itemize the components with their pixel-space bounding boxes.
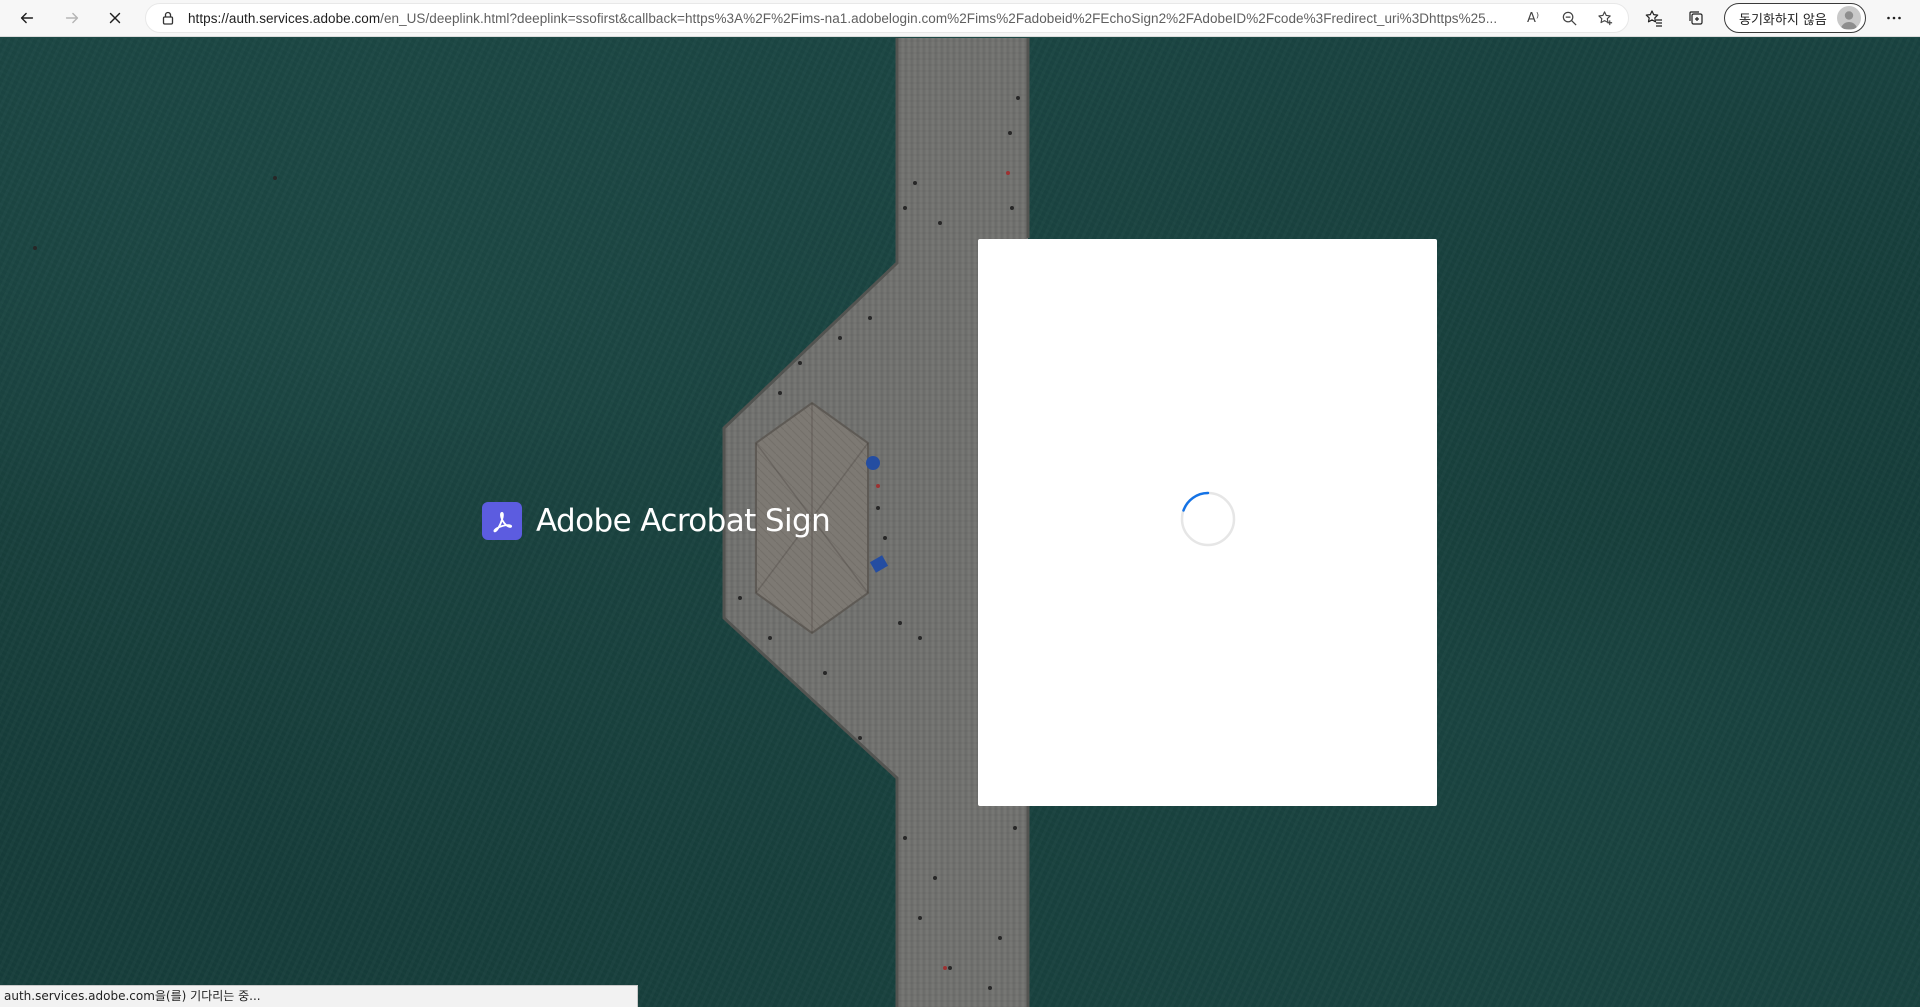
forward-button[interactable] (54, 3, 90, 33)
page-content: Adobe Acrobat Sign (0, 38, 1920, 1007)
url-text[interactable]: https://auth.services.adobe.com/en_US/de… (188, 11, 1510, 26)
zoom-button[interactable] (1554, 5, 1584, 31)
collections-button[interactable] (1678, 3, 1714, 33)
sign-in-card (978, 239, 1437, 806)
lock-icon (162, 11, 174, 25)
brand-lockup: Adobe Acrobat Sign (482, 502, 831, 540)
favorites-icon (1645, 10, 1662, 27)
collections-icon (1689, 11, 1703, 25)
read-aloud-icon: A⁾ (1526, 10, 1540, 26)
address-bar[interactable]: https://auth.services.adobe.com/en_US/de… (145, 3, 1629, 33)
loading-spinner-icon (1180, 491, 1236, 547)
add-favorite-button[interactable] (1590, 5, 1620, 31)
favorites-button[interactable] (1636, 3, 1672, 33)
forward-arrow-icon (65, 12, 79, 24)
address-bar-actions: A⁾ (1518, 5, 1620, 31)
brand-name: Adobe Acrobat Sign (536, 503, 831, 539)
zoom-out-icon (1562, 11, 1577, 26)
stop-loading-button[interactable] (97, 3, 133, 33)
profile-icon (1840, 11, 1858, 29)
add-favorite-icon (1597, 10, 1612, 25)
acrobat-logo-icon (482, 502, 522, 540)
sync-status-label: 동기화하지 않음 (1739, 12, 1827, 28)
back-button[interactable] (9, 3, 45, 33)
browser-right-tools: 동기화하지 않음 (1636, 3, 1912, 33)
profile-sync-button[interactable]: 동기화하지 않음 (1724, 3, 1866, 33)
browser-toolbar: https://auth.services.adobe.com/en_US/de… (0, 0, 1920, 37)
avatar (1836, 6, 1861, 30)
browser-status-bar: auth.services.adobe.com을(를) 기다리는 중... (0, 985, 638, 1007)
stop-loading-icon (109, 12, 121, 24)
back-arrow-icon (20, 12, 34, 24)
more-menu-icon (1887, 16, 1901, 20)
pier-background-image (0, 38, 1920, 1007)
read-aloud-button[interactable]: A⁾ (1518, 5, 1548, 31)
more-menu-button[interactable] (1876, 3, 1912, 33)
url-host: https://auth.services.adobe.com (188, 10, 381, 26)
url-path: /en_US/deeplink.html?deeplink=ssofirst&c… (380, 10, 1498, 26)
